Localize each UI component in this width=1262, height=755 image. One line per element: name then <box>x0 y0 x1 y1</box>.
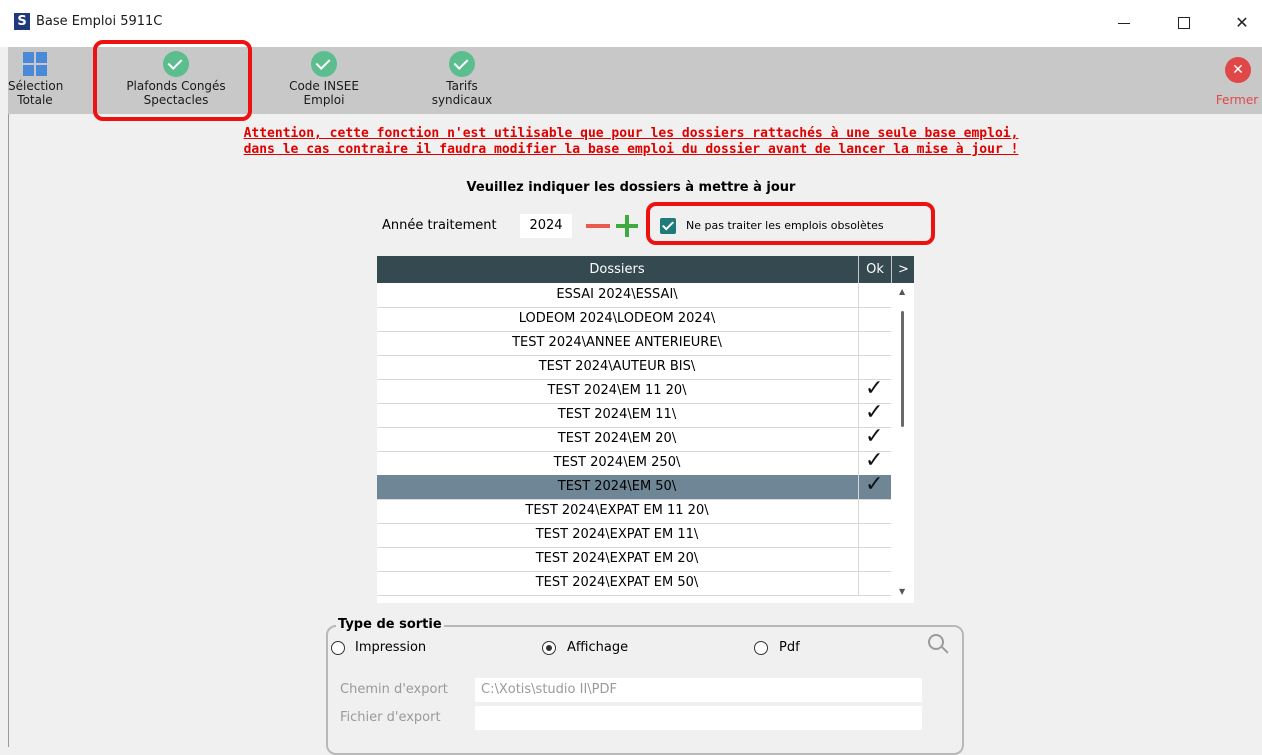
tarifs-label-2: syndicaux <box>431 93 493 107</box>
dossier-name: TEST 2024\AUTEUR BIS\ <box>538 359 696 374</box>
dossiers-table: ESSAI 2024\ESSAI\ LODEOM 2024\LODEOM 2024… <box>377 283 914 603</box>
ok-cell[interactable] <box>858 307 891 331</box>
warning-line-2: dans le cas contraire il faudra modifier… <box>243 142 1019 157</box>
window-title: Base Emploi 5911C <box>36 14 163 29</box>
column-more-button[interactable]: > <box>891 256 915 283</box>
dossier-name: TEST 2024\ANNEE ANTERIEURE\ <box>512 335 722 350</box>
warning-line-1: Attention, cette fonction n'est utilisab… <box>243 126 1019 141</box>
year-decrement-button[interactable] <box>586 224 610 228</box>
table-scrollbar[interactable]: ▲ ▼ <box>891 283 914 603</box>
table-row[interactable]: TEST 2024\EM 250\ ✓ <box>377 448 891 476</box>
table-row[interactable]: TEST 2024\ANNEE ANTERIEURE\ <box>377 331 891 356</box>
checkmark-icon: ✓ <box>865 400 884 425</box>
ok-cell[interactable] <box>858 283 891 307</box>
highlight-box-plafonds <box>93 40 252 121</box>
maximize-button[interactable] <box>1164 8 1204 38</box>
table-row[interactable]: LODEOM 2024\LODEOM 2024\ <box>377 307 891 332</box>
dossier-name: LODEOM 2024\LODEOM 2024\ <box>518 311 716 326</box>
dossier-name: TEST 2024\EM 250\ <box>553 455 681 470</box>
table-row[interactable]: TEST 2024\EXPAT EM 11\ <box>377 523 891 548</box>
ok-cell[interactable] <box>858 547 891 571</box>
maximize-icon <box>1178 17 1190 29</box>
export-path-field[interactable]: C:\Xotis\studio II\PDF <box>475 678 922 702</box>
radio-pdf-label[interactable]: Pdf <box>779 640 800 655</box>
dossier-name: TEST 2024\EM 50\ <box>557 479 677 494</box>
ok-cell[interactable] <box>858 571 891 595</box>
selection-totale-label-1: Sélection <box>8 79 64 93</box>
checkmark-icon: ✓ <box>865 424 884 449</box>
table-row[interactable]: TEST 2024\EM 11\ ✓ <box>377 400 891 428</box>
column-header-dossiers[interactable]: Dossiers <box>377 256 857 283</box>
plus-icon[interactable] <box>625 215 629 237</box>
close-icon: ✕ <box>1225 57 1251 83</box>
checkmark-icon: ✓ <box>865 448 884 473</box>
check-icon <box>311 51 337 77</box>
scroll-up-icon[interactable]: ▲ <box>899 287 905 296</box>
ok-cell[interactable]: ✓ <box>858 472 891 499</box>
fermer-button[interactable]: ✕ Fermer <box>1212 47 1262 114</box>
export-file-field[interactable] <box>475 706 922 730</box>
instruction-text: Veuillez indiquer les dossiers à mettre … <box>466 180 796 195</box>
tarifs-label-1: Tarifs <box>446 79 478 93</box>
ok-cell[interactable] <box>858 331 891 355</box>
dossier-name: TEST 2024\EM 11\ <box>557 407 677 422</box>
minimize-icon <box>1118 23 1130 24</box>
table-row[interactable]: TEST 2024\EXPAT EM 50\ <box>377 571 891 596</box>
checkmark-icon: ✓ <box>865 472 884 497</box>
output-type-title: Type de sortie <box>336 617 444 632</box>
table-row[interactable]: TEST 2024\EM 20\ ✓ <box>377 424 891 452</box>
grid-icon <box>22 51 48 77</box>
table-row[interactable]: TEST 2024\EM 50\ ✓ <box>377 472 891 500</box>
selection-totale-button[interactable]: Sélection Totale <box>8 47 64 114</box>
year-input[interactable]: 2024 <box>520 214 572 238</box>
scroll-thumb[interactable] <box>901 311 904 427</box>
table-row[interactable]: ESSAI 2024\ESSAI\ <box>377 283 891 308</box>
ok-cell[interactable] <box>858 523 891 547</box>
obsolete-checkbox[interactable] <box>660 218 676 234</box>
window-left-border <box>8 114 9 747</box>
selection-totale-label-2: Totale <box>17 93 53 107</box>
dossier-name: TEST 2024\EXPAT EM 20\ <box>535 551 699 566</box>
export-path-label: Chemin d'export <box>340 682 448 697</box>
fermer-label: Fermer <box>1215 93 1259 107</box>
ok-cell[interactable] <box>858 499 891 523</box>
code-insee-button[interactable]: Code INSEE Emploi <box>274 47 374 114</box>
window-close-button[interactable]: ✕ <box>1222 8 1262 38</box>
column-header-ok[interactable]: Ok <box>858 256 891 283</box>
radio-impression-label[interactable]: Impression <box>355 640 426 655</box>
table-row[interactable]: TEST 2024\EXPAT EM 11 20\ <box>377 499 891 524</box>
minimize-button[interactable] <box>1104 8 1144 38</box>
dossier-name: TEST 2024\EM 11 20\ <box>547 383 687 398</box>
tarifs-syndicaux-button[interactable]: Tarifs syndicaux <box>412 47 512 114</box>
dossier-name: TEST 2024\EXPAT EM 11\ <box>535 527 699 542</box>
radio-pdf[interactable] <box>754 641 768 655</box>
export-file-label: Fichier d'export <box>340 710 441 725</box>
dossier-name: TEST 2024\EXPAT EM 50\ <box>535 575 699 590</box>
table-row[interactable]: TEST 2024\EM 11 20\ ✓ <box>377 376 891 404</box>
table-header: Dossiers Ok > <box>377 256 914 283</box>
dossier-name: TEST 2024\EM 20\ <box>557 431 677 446</box>
radio-affichage-label[interactable]: Affichage <box>567 640 628 655</box>
dossier-name: ESSAI 2024\ESSAI\ <box>556 287 678 302</box>
obsolete-checkbox-label: Ne pas traiter les emplois obsolètes <box>686 219 884 232</box>
scroll-down-icon[interactable]: ▼ <box>899 587 905 596</box>
dossier-name: TEST 2024\EXPAT EM 11 20\ <box>525 503 709 518</box>
code-insee-label-2: Emploi <box>303 93 345 107</box>
table-row[interactable]: TEST 2024\AUTEUR BIS\ <box>377 355 891 380</box>
year-label: Année traitement <box>382 218 497 233</box>
radio-affichage[interactable] <box>542 641 556 655</box>
check-icon <box>449 51 475 77</box>
checkmark-icon: ✓ <box>865 376 884 401</box>
code-insee-label-1: Code INSEE <box>289 79 359 93</box>
table-row[interactable]: TEST 2024\EXPAT EM 20\ <box>377 547 891 572</box>
radio-impression[interactable] <box>331 641 345 655</box>
app-logo: S <box>14 13 30 30</box>
